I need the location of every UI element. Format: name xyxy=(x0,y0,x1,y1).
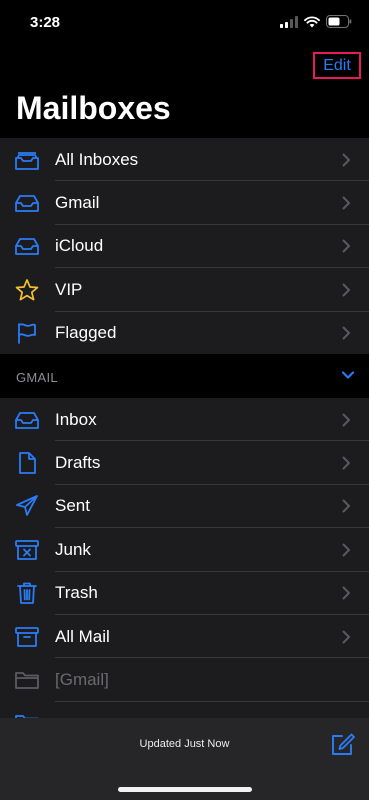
flag-icon xyxy=(14,321,40,345)
mailbox-row-junk[interactable]: Junk xyxy=(0,528,369,572)
trash-icon xyxy=(14,581,40,605)
star-icon xyxy=(14,278,40,302)
chevron-right-icon xyxy=(342,543,351,557)
mailbox-label: Trash xyxy=(55,583,98,603)
chevron-right-icon xyxy=(342,499,351,513)
archive-icon xyxy=(14,625,40,649)
document-icon xyxy=(14,451,40,475)
edit-button[interactable]: Edit xyxy=(313,52,361,79)
mailbox-label: Drafts xyxy=(55,453,101,473)
mailbox-row-drafts[interactable]: Drafts xyxy=(0,441,369,485)
mailbox-row-gmail-folder: [Gmail] xyxy=(0,658,369,702)
chevron-right-icon xyxy=(342,586,351,600)
wifi-icon xyxy=(304,15,320,27)
status-time: 3:28 xyxy=(30,14,61,31)
chevron-right-icon xyxy=(342,239,351,253)
mailbox-label: Junk xyxy=(55,539,91,559)
inbox-icon xyxy=(14,191,40,215)
chevron-right-icon xyxy=(342,326,351,340)
page-title: Mailboxes xyxy=(16,90,171,126)
chevron-right-icon xyxy=(342,413,351,427)
folder-icon xyxy=(14,668,40,692)
mailbox-row-sent[interactable]: Sent xyxy=(0,485,369,529)
mailbox-label: Inbox xyxy=(55,409,97,429)
mailbox-row-all-inboxes[interactable]: All Inboxes xyxy=(0,138,369,182)
junk-bin-icon xyxy=(14,538,40,562)
status-icons xyxy=(280,15,352,28)
home-indicator[interactable] xyxy=(118,787,252,792)
update-status: Updated Just Now xyxy=(139,738,230,750)
chevron-down-icon[interactable] xyxy=(341,370,355,380)
smart-mailboxes-list: All Inboxes Gmail iCloud VIP Flagged xyxy=(0,138,369,355)
inbox-icon xyxy=(14,408,40,432)
inbox-icon xyxy=(14,234,40,258)
battery-icon xyxy=(326,15,352,28)
status-bar: 3:28 xyxy=(0,0,369,44)
chevron-right-icon xyxy=(342,153,351,167)
mailbox-label: Gmail xyxy=(55,193,100,213)
mailbox-row-trash[interactable]: Trash xyxy=(0,572,369,615)
mailbox-label: VIP xyxy=(55,279,83,299)
cellular-signal-icon xyxy=(280,15,298,28)
mailbox-row-flagged[interactable]: Flagged xyxy=(0,312,369,355)
mailbox-row-gmail[interactable]: Gmail xyxy=(0,181,369,225)
gmail-mailboxes-list: Inbox Drafts Sent Junk Trash All Mail [G… xyxy=(0,398,369,746)
section-title: GMAIL xyxy=(16,370,58,385)
mailbox-label: iCloud xyxy=(55,236,104,256)
compose-icon[interactable] xyxy=(329,732,355,758)
chevron-right-icon xyxy=(342,630,351,644)
chevron-right-icon xyxy=(342,196,351,210)
mailbox-row-all-mail[interactable]: All Mail xyxy=(0,615,369,659)
mailbox-label: Flagged xyxy=(55,323,117,343)
paper-plane-icon xyxy=(14,494,40,518)
mailbox-label: [Gmail] xyxy=(55,670,109,690)
mailbox-row-icloud[interactable]: iCloud xyxy=(0,225,369,269)
mailbox-label: All Inboxes xyxy=(55,149,139,169)
chevron-right-icon xyxy=(342,456,351,470)
mailbox-label: Sent xyxy=(55,496,90,516)
mailbox-label: All Mail xyxy=(55,626,110,646)
all-inboxes-icon xyxy=(14,148,40,172)
mailbox-row-vip[interactable]: VIP xyxy=(0,268,369,312)
chevron-right-icon xyxy=(342,283,351,297)
mailbox-row-inbox[interactable]: Inbox xyxy=(0,398,369,442)
gmail-section-header[interactable]: GMAIL xyxy=(0,354,369,398)
